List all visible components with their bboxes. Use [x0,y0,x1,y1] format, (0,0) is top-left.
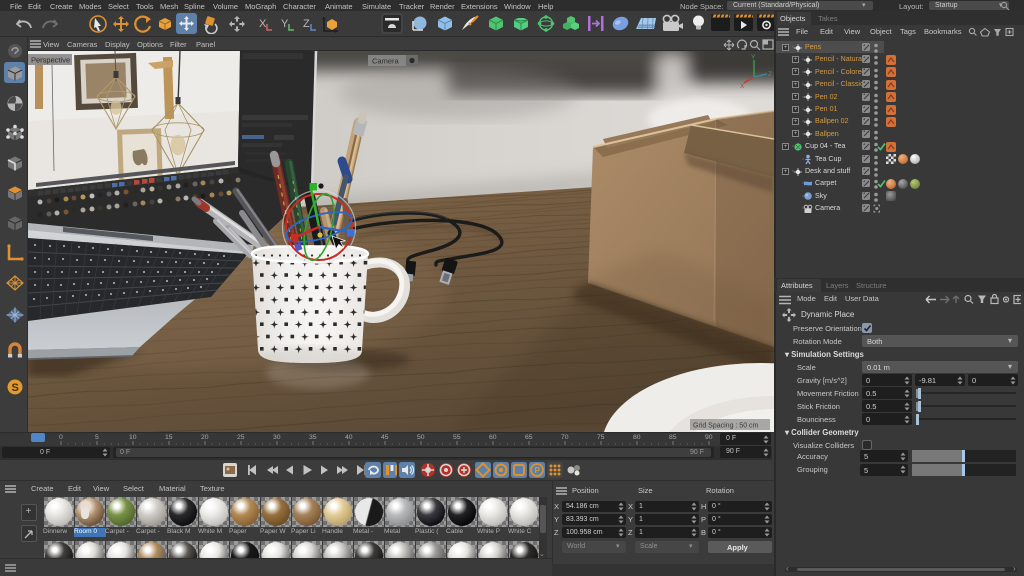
svg-text:S: S [11,382,18,394]
svg-text:Grid Spacing : 50 cm: Grid Spacing : 50 cm [693,423,759,430]
svg-text:Z: Z [303,18,310,30]
svg-text:X: X [259,18,267,30]
svg-text:P: P [535,466,541,475]
svg-text:Z: Z [768,71,772,78]
svg-text:X: X [740,83,745,90]
svg-text:Camera: Camera [372,57,400,66]
svg-text:Y: Y [751,54,756,61]
svg-text:Y: Y [281,18,289,30]
svg-text:Perspective: Perspective [31,56,70,65]
